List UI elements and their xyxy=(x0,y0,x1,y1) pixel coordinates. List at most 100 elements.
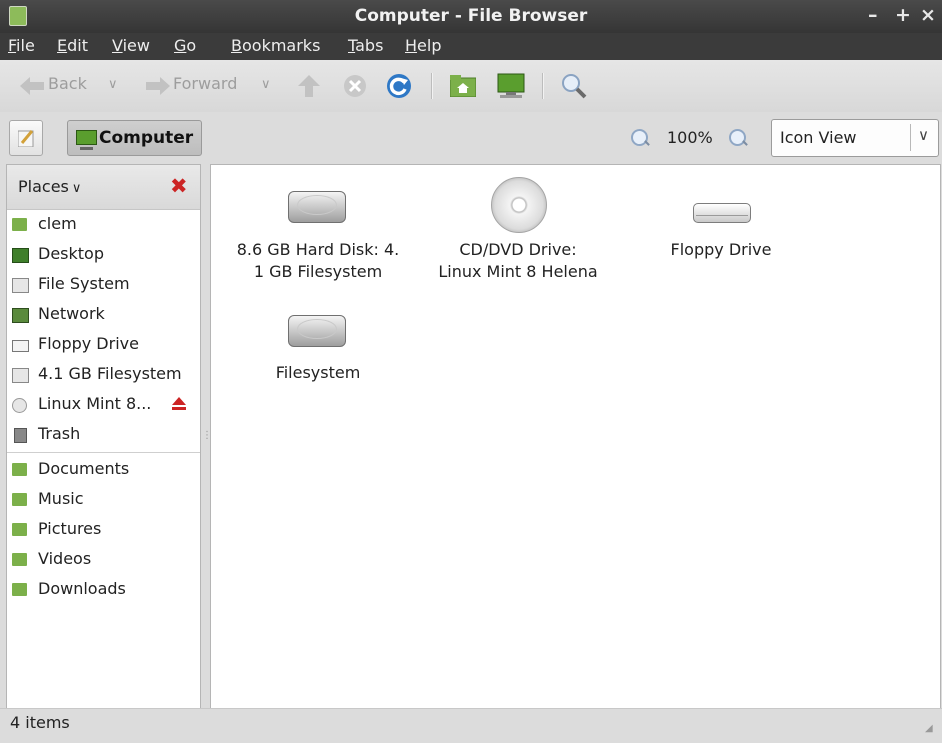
sidebar: Places ∨ ✖ clem Desktop File System Netwo… xyxy=(6,164,201,710)
sidebar-item-label: 4.1 GB Filesystem xyxy=(38,364,182,383)
sidebar-item-label: Documents xyxy=(38,459,130,478)
menu-edit[interactable]: Edit xyxy=(57,36,88,55)
sidebar-item-videos[interactable]: Videos xyxy=(7,544,200,574)
file-browser-window: Computer - File Browser – + × File Edit … xyxy=(0,0,942,743)
chevron-down-icon: ∨ xyxy=(71,181,82,196)
sidebar-item-label: Desktop xyxy=(38,244,104,263)
trash-icon xyxy=(14,428,27,443)
forward-button[interactable]: Forward xyxy=(173,74,237,93)
breadcrumb-label: Computer xyxy=(99,128,194,148)
maximize-button[interactable]: + xyxy=(895,4,911,26)
drive-icon xyxy=(12,368,29,383)
menu-bar: File Edit View Go Bookmarks Tabs Help xyxy=(0,33,942,60)
sidebar-header: Places ∨ ✖ xyxy=(7,165,200,210)
cd-icon xyxy=(12,398,27,413)
computer-icon[interactable] xyxy=(497,73,525,99)
menu-go[interactable]: Go xyxy=(174,36,196,55)
file-item-label: CD/DVD Drive: Linux Mint 8 Helena xyxy=(438,240,598,281)
zoom-out-icon[interactable] xyxy=(631,129,648,146)
computer-icon xyxy=(76,130,97,150)
file-item-label: 8.6 GB Hard Disk: 4. 1 GB Filesystem xyxy=(236,240,400,281)
sidebar-item-desktop[interactable]: Desktop xyxy=(7,239,200,269)
desktop-icon xyxy=(12,248,29,263)
floppy-drive-icon xyxy=(693,203,751,223)
sidebar-item-label: Floppy Drive xyxy=(38,334,139,353)
menu-help[interactable]: Help xyxy=(405,36,441,55)
close-button[interactable]: × xyxy=(920,4,936,26)
sidebar-item-file-system[interactable]: File System xyxy=(7,269,200,299)
status-bar: 4 items ◢ xyxy=(0,708,942,743)
back-arrow-icon xyxy=(20,77,44,95)
chevron-down-icon: ∨ xyxy=(918,126,929,144)
view-mode-select[interactable]: Icon View ∨ xyxy=(771,119,939,157)
sidebar-places-dropdown[interactable]: Places ∨ xyxy=(18,177,81,196)
downloads-folder-icon xyxy=(12,583,27,596)
file-item-label: Filesystem xyxy=(275,363,361,382)
sidebar-item-label: clem xyxy=(38,214,77,233)
sidebar-item-floppy-drive[interactable]: Floppy Drive xyxy=(7,329,200,359)
sidebar-item-label: Trash xyxy=(38,424,81,443)
file-item-label: Floppy Drive xyxy=(670,240,772,259)
sidebar-item-label: Pictures xyxy=(38,519,102,538)
cd-dvd-icon xyxy=(491,177,547,233)
edit-pencil-icon xyxy=(18,130,34,147)
sidebar-item-label: Videos xyxy=(38,549,92,568)
back-button[interactable]: Back xyxy=(48,74,87,93)
pane-splitter-handle[interactable]: ⋮ xyxy=(202,430,212,444)
zoom-in-icon[interactable] xyxy=(729,129,746,146)
sidebar-item-music[interactable]: Music xyxy=(7,484,200,514)
select-divider xyxy=(910,124,911,151)
toolbar-separator xyxy=(542,73,544,99)
search-icon[interactable] xyxy=(561,73,587,99)
toolbar-separator xyxy=(431,73,433,99)
sidebar-item-label: Network xyxy=(38,304,105,323)
sidebar-item-label: Downloads xyxy=(38,579,126,598)
music-folder-icon xyxy=(12,493,27,506)
minimize-button[interactable]: – xyxy=(868,4,878,26)
sidebar-item-trash[interactable]: Trash xyxy=(7,419,200,449)
up-arrow-icon[interactable] xyxy=(298,75,320,97)
reload-icon[interactable] xyxy=(386,73,412,99)
home-folder-icon[interactable] xyxy=(450,75,476,97)
zoom-level[interactable]: 100% xyxy=(667,128,713,147)
sidebar-divider xyxy=(7,452,200,453)
location-bar: Computer 100% Icon View ∨ xyxy=(0,112,942,164)
stop-icon[interactable] xyxy=(343,74,367,98)
back-history-chevron[interactable]: ∨ xyxy=(108,77,118,92)
close-sidebar-icon[interactable]: ✖ xyxy=(170,174,188,198)
location-edit-button[interactable] xyxy=(9,120,43,156)
file-view: 8.6 GB Hard Disk: 4. 1 GB Filesystem CD/D… xyxy=(210,164,941,710)
sidebar-item-downloads[interactable]: Downloads xyxy=(7,574,200,604)
title-bar[interactable]: Computer - File Browser – + × xyxy=(0,0,942,33)
eject-icon[interactable] xyxy=(172,397,187,411)
sidebar-item-label: Linux Mint 8... xyxy=(38,394,152,413)
forward-history-chevron[interactable]: ∨ xyxy=(261,77,271,92)
videos-folder-icon xyxy=(12,553,27,566)
sidebar-item-documents[interactable]: Documents xyxy=(7,454,200,484)
sidebar-item-pictures[interactable]: Pictures xyxy=(7,514,200,544)
toolbar: Back ∨ Forward ∨ xyxy=(0,60,942,113)
sidebar-item-network[interactable]: Network xyxy=(7,299,200,329)
filesystem-icon xyxy=(12,278,29,293)
resize-grip-icon[interactable]: ◢ xyxy=(925,723,933,734)
floppy-icon xyxy=(12,340,29,352)
sidebar-item-label: Music xyxy=(38,489,84,508)
filesystem-drive-icon xyxy=(288,315,346,347)
window-title: Computer - File Browser xyxy=(354,6,588,26)
menu-file[interactable]: File xyxy=(8,36,35,55)
sidebar-item-filesystem-4gb[interactable]: 4.1 GB Filesystem xyxy=(7,359,200,389)
menu-tabs[interactable]: Tabs xyxy=(348,36,383,55)
forward-arrow-icon xyxy=(146,77,170,95)
view-mode-value: Icon View xyxy=(780,128,857,147)
sidebar-item-clem[interactable]: clem xyxy=(7,209,200,239)
home-folder-icon xyxy=(12,218,27,231)
menu-bookmarks[interactable]: Bookmarks xyxy=(231,36,320,55)
breadcrumb-computer[interactable]: Computer xyxy=(67,120,202,156)
status-text: 4 items xyxy=(10,713,70,732)
sidebar-item-linux-mint-cd[interactable]: Linux Mint 8... xyxy=(7,389,200,419)
pictures-folder-icon xyxy=(12,523,27,536)
network-icon xyxy=(12,308,29,323)
harddisk-icon xyxy=(288,191,346,223)
sidebar-item-label: File System xyxy=(38,274,130,293)
menu-view[interactable]: View xyxy=(112,36,150,55)
